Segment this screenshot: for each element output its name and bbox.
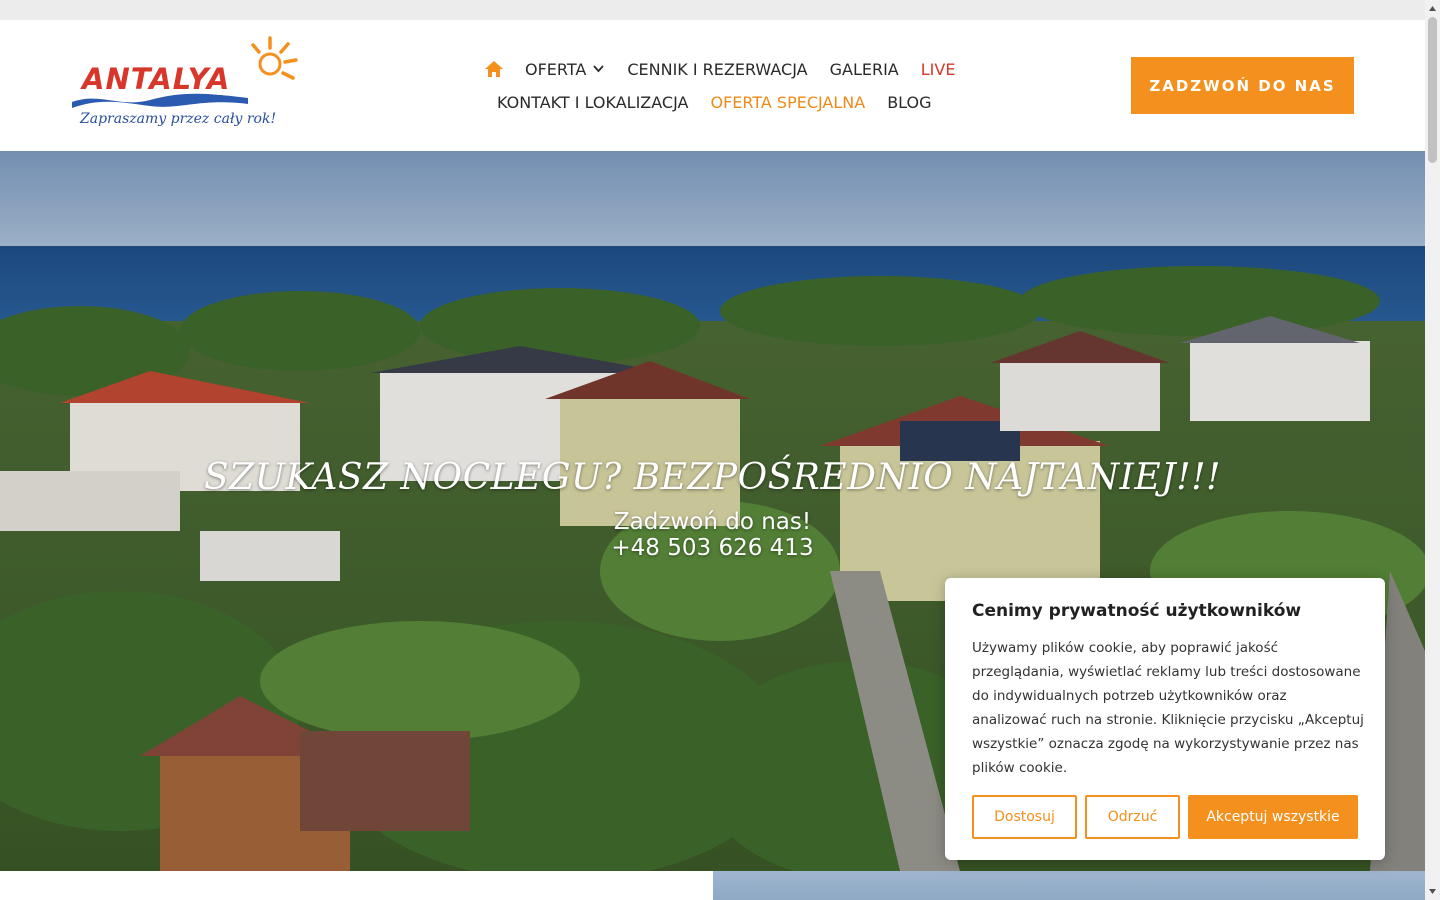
scrollbar-thumb[interactable]: [1428, 17, 1437, 163]
main-nav-row-1: OFERTA CENNIK I REZERWACJA GALERIA LIVE: [484, 58, 955, 80]
content-section-image: [713, 871, 1425, 900]
nav-item-oferta[interactable]: OFERTA: [525, 59, 605, 79]
home-icon[interactable]: [484, 59, 504, 79]
scroll-down-icon[interactable]: [1428, 887, 1437, 896]
site-header: ANTALYA Zapraszamy przez cały rok! OFERT…: [0, 20, 1425, 151]
sun-icon: [251, 36, 298, 80]
logo[interactable]: ANTALYA Zapraszamy przez cały rok!: [70, 34, 305, 134]
nav-item-oferta-specjalna[interactable]: OFERTA SPECJALNA: [710, 93, 865, 112]
scrollbar[interactable]: [1425, 0, 1440, 900]
top-bar: [0, 0, 1425, 20]
nav-item-cennik[interactable]: CENNIK I REZERWACJA: [627, 60, 807, 79]
cookie-title: Cenimy prywatność użytkowników: [972, 601, 1302, 621]
nav-item-kontakt[interactable]: KONTAKT I LOKALIZACJA: [497, 93, 688, 112]
cookie-text: Używamy plików cookie, aby poprawić jako…: [972, 640, 1364, 776]
waves-icon: [72, 93, 248, 108]
nav-item-blog[interactable]: BLOG: [887, 93, 931, 112]
reject-button[interactable]: Odrzuć: [1085, 795, 1180, 839]
content-section-left: [0, 871, 713, 900]
accept-all-button[interactable]: Akceptuj wszystkie: [1188, 795, 1358, 839]
main-nav-row-2: KONTAKT I LOKALIZACJA OFERTA SPECJALNA B…: [497, 91, 932, 113]
call-us-button[interactable]: ZADZWOŃ DO NAS: [1131, 57, 1354, 114]
nav-item-live[interactable]: LIVE: [921, 60, 956, 79]
customize-button[interactable]: Dostosuj: [972, 795, 1077, 839]
cookie-consent-dialog: Cenimy prywatność użytkowników Używamy p…: [945, 578, 1385, 860]
chevron-down-icon: [593, 65, 605, 73]
logo-tagline: Zapraszamy przez cały rok!: [80, 111, 277, 127]
nav-item-galeria[interactable]: GALERIA: [830, 60, 899, 79]
hero-subtitle: Zadzwoń do nas!: [613, 509, 812, 535]
nav-item-label: OFERTA: [525, 59, 587, 79]
scroll-up-icon[interactable]: [1428, 4, 1437, 13]
hero-title: SZUKASZ NOCLEGU? BEZPOŚREDNIO NAJTANIEJ!…: [203, 457, 1222, 498]
hero-phone[interactable]: +48 503 626 413: [0, 535, 1425, 561]
